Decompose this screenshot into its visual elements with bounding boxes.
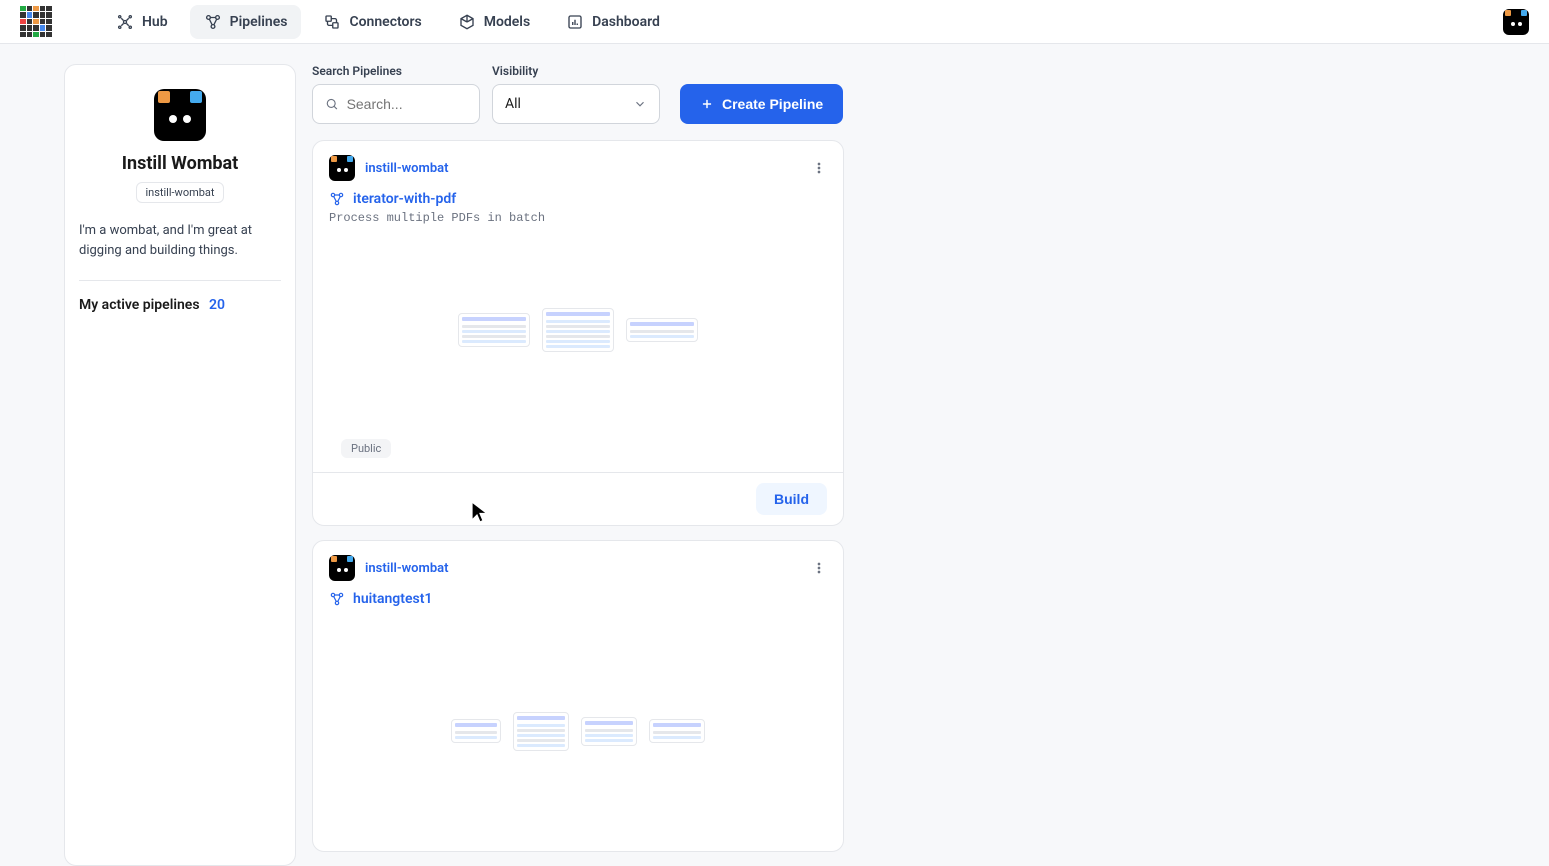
nav-hub-label: Hub (142, 14, 168, 30)
profile-avatar (154, 89, 206, 141)
create-pipeline-label: Create Pipeline (722, 96, 823, 112)
pipeline-card: instill-wombat iterator-with-pdf Process… (312, 140, 844, 526)
app-logo[interactable] (20, 6, 52, 38)
pipeline-icon (329, 191, 345, 207)
create-pipeline-button[interactable]: Create Pipeline (680, 84, 843, 124)
stats-count: 20 (209, 297, 225, 313)
nav-hub[interactable]: Hub (102, 5, 182, 39)
search-input[interactable] (347, 96, 467, 112)
visibility-label: Visibility (492, 64, 660, 78)
card-owner-avatar[interactable] (329, 555, 355, 581)
preview-node (458, 313, 530, 347)
visibility-group: Visibility All (492, 64, 660, 124)
main-column: Search Pipelines Visibility All Create P… (312, 64, 844, 866)
nav-pipelines[interactable]: Pipelines (190, 5, 302, 39)
profile-stats: My active pipelines 20 (79, 280, 281, 329)
profile-name: Instill Wombat (79, 153, 281, 174)
models-icon (458, 13, 476, 31)
topbar-right (1503, 9, 1529, 35)
card-owner-link[interactable]: instill-wombat (365, 561, 449, 576)
connectors-icon (323, 13, 341, 31)
card-actions: Build (313, 472, 843, 525)
profile-card: Instill Wombat instill-wombat I'm a womb… (64, 64, 296, 866)
build-button[interactable]: Build (756, 483, 827, 515)
profile-bio: I'm a wombat, and I'm great at digging a… (79, 221, 281, 260)
preview-node (513, 712, 569, 751)
card-title-row[interactable]: huitangtest1 (313, 581, 843, 611)
visibility-value: All (505, 96, 521, 112)
nav-dashboard-label: Dashboard (592, 14, 660, 30)
plus-icon (700, 97, 714, 111)
card-description: Process multiple PDFs in batch (313, 211, 843, 225)
preview-node (451, 719, 501, 743)
preview-node (649, 719, 705, 743)
card-preview (313, 611, 843, 851)
kebab-icon[interactable] (811, 560, 827, 576)
search-group: Search Pipelines (312, 64, 480, 124)
card-owner-link[interactable]: instill-wombat (365, 161, 449, 176)
main-nav: Hub Pipelines Connectors Models Dashboar… (102, 5, 674, 39)
nav-connectors[interactable]: Connectors (309, 5, 435, 39)
visibility-select[interactable]: All (492, 84, 660, 124)
chevron-down-icon (633, 97, 647, 111)
nav-models-label: Models (484, 14, 530, 30)
card-owner-avatar[interactable] (329, 155, 355, 181)
visibility-badge: Public (341, 439, 391, 458)
pipeline-icon (329, 591, 345, 607)
nav-pipelines-label: Pipelines (230, 14, 288, 30)
page-body: Instill Wombat instill-wombat I'm a womb… (0, 44, 1549, 866)
hub-icon (116, 13, 134, 31)
user-avatar[interactable] (1503, 9, 1529, 35)
card-head: instill-wombat (313, 141, 843, 181)
card-head: instill-wombat (313, 541, 843, 581)
kebab-icon[interactable] (811, 160, 827, 176)
profile-handle: instill-wombat (136, 182, 223, 203)
preview-node (581, 717, 637, 746)
pipeline-card: instill-wombat huitangtest1 (312, 540, 844, 852)
card-title: iterator-with-pdf (353, 191, 456, 207)
card-title-row[interactable]: iterator-with-pdf (313, 181, 843, 211)
preview-node (542, 308, 614, 352)
nav-models[interactable]: Models (444, 5, 544, 39)
stats-label: My active pipelines (79, 297, 200, 313)
search-icon (325, 96, 339, 112)
topbar: Hub Pipelines Connectors Models Dashboar… (0, 0, 1549, 44)
filter-bar: Search Pipelines Visibility All Create P… (312, 64, 844, 124)
search-label: Search Pipelines (312, 64, 480, 78)
card-foot: Public (313, 435, 843, 472)
search-input-wrap[interactable] (312, 84, 480, 124)
card-preview (313, 225, 843, 435)
nav-dashboard[interactable]: Dashboard (552, 5, 674, 39)
dashboard-icon (566, 13, 584, 31)
card-title: huitangtest1 (353, 591, 432, 607)
preview-node (626, 318, 698, 342)
nav-connectors-label: Connectors (349, 14, 421, 30)
pipelines-icon (204, 13, 222, 31)
